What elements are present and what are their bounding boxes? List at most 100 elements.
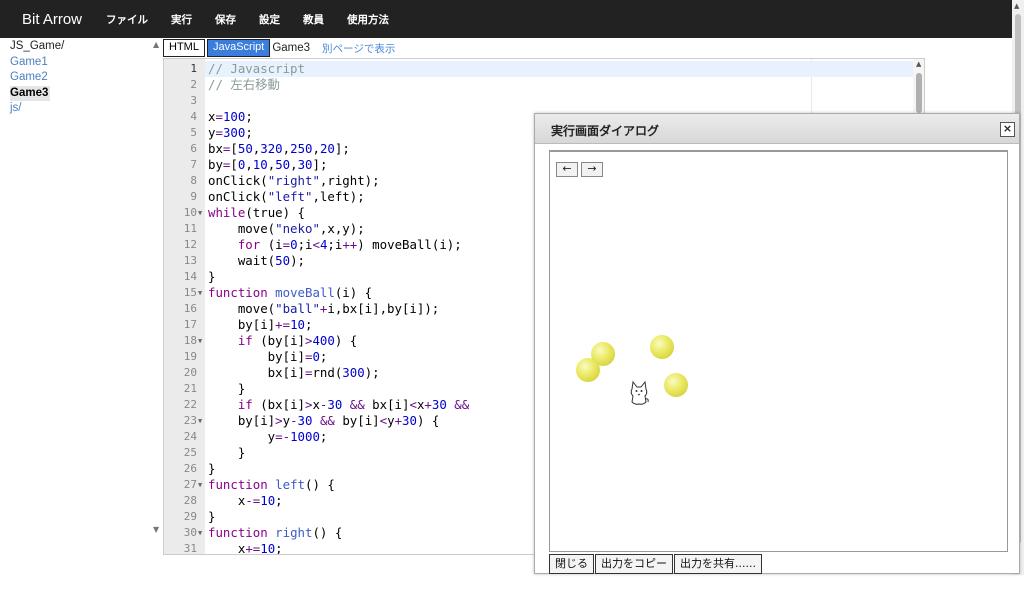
line-number: 13 (183, 254, 197, 267)
fold-arrow-icon[interactable]: ▼ (198, 477, 202, 493)
fold-arrow-icon[interactable]: ▼ (198, 205, 202, 221)
fold-arrow-icon[interactable]: ▼ (198, 525, 202, 541)
line-number: 6 (190, 142, 197, 155)
code-line[interactable]: 2 // 左右移動 (164, 77, 924, 93)
code-text[interactable]: move("neko",x,y); (208, 221, 365, 237)
tree-folder-js-game[interactable]: JS_Game/ (10, 39, 150, 55)
line-number: 28 (183, 494, 197, 507)
line-number: 4 (190, 110, 197, 123)
menu-run[interactable]: 実行 (171, 12, 192, 27)
run-dialog: 実行画面ダイアログ × ← → 閉じる 出力をコピー 出力を共有...... (534, 113, 1020, 574)
tab-html[interactable]: HTML (163, 39, 205, 57)
code-text[interactable]: for (i=0;i<4;i++) moveBall(i); (208, 237, 462, 253)
line-number: 18 (183, 334, 197, 347)
right-arrow-button[interactable]: → (581, 162, 603, 177)
code-text[interactable]: function right() { (208, 525, 342, 541)
tree-file-game1[interactable]: Game1 (10, 55, 150, 71)
code-text[interactable]: onClick("left",left); (208, 189, 365, 205)
code-text[interactable]: // 左右移動 (208, 77, 280, 93)
code-text[interactable]: } (208, 269, 215, 285)
copy-output-button[interactable]: 出力をコピー (595, 554, 673, 574)
line-number: 8 (190, 174, 197, 187)
code-text[interactable]: function left() { (208, 477, 335, 493)
scroll-up-icon[interactable]: ▲ (916, 60, 921, 68)
code-text[interactable]: by=[0,10,50,30]; (208, 157, 327, 173)
menu-usage[interactable]: 使用方法 (347, 12, 389, 27)
code-text[interactable]: bx[i]=rnd(300); (208, 365, 380, 381)
top-navbar: Bit Arrow ファイル 実行 保存 設定 教員 使用方法 (0, 0, 1012, 38)
line-number: 2 (190, 78, 197, 91)
close-button[interactable]: 閉じる (549, 554, 594, 574)
open-in-new-page-link[interactable]: 別ページで表示 (322, 41, 395, 56)
tree-folder-js[interactable]: js/ (10, 101, 150, 117)
code-text[interactable]: onClick("right",right); (208, 173, 380, 189)
code-line[interactable]: 3 (164, 93, 924, 109)
line-number: 1 (190, 62, 197, 75)
scroll-up-icon[interactable]: ▲ (1014, 2, 1019, 10)
menu-settings[interactable]: 設定 (259, 12, 280, 27)
code-text[interactable]: // Javascript (208, 61, 305, 77)
code-text[interactable]: by[i]>y-30 && by[i]<y+30) { (208, 413, 440, 429)
share-output-button[interactable]: 出力を共有...... (674, 554, 762, 574)
line-number: 23 (183, 414, 197, 427)
dialog-title: 実行画面ダイアログ (551, 124, 660, 138)
tab-javascript[interactable]: JavaScript (206, 39, 271, 57)
current-file-name: Game3 (272, 42, 311, 54)
code-text[interactable]: if (by[i]>400) { (208, 333, 357, 349)
code-text[interactable]: by[i]+=10; (208, 317, 313, 333)
code-text[interactable]: move("ball"+i,bx[i],by[i]); (208, 301, 439, 317)
menu-teacher[interactable]: 教員 (303, 12, 324, 27)
line-number: 15 (183, 286, 197, 299)
editor-scrollbar-thumb[interactable] (916, 73, 922, 113)
line-number: 16 (183, 302, 197, 315)
code-text[interactable]: by[i]=0; (208, 349, 328, 365)
left-arrow-button[interactable]: ← (556, 162, 578, 177)
code-text[interactable]: y=300; (208, 125, 253, 141)
scroll-up-icon[interactable]: ▲ (153, 40, 159, 49)
line-number: 3 (190, 94, 197, 107)
game-canvas[interactable]: ← → (549, 150, 1008, 552)
brand-logo[interactable]: Bit Arrow (22, 11, 82, 28)
code-text[interactable]: x+=10; (208, 541, 283, 554)
line-number: 20 (183, 366, 197, 379)
line-number: 27 (183, 478, 197, 491)
line-number: 22 (183, 398, 197, 411)
code-text[interactable]: x-=10; (208, 493, 283, 509)
line-number: 11 (183, 222, 197, 235)
menu-save[interactable]: 保存 (215, 12, 236, 27)
code-text[interactable]: y=-1000; (208, 429, 328, 445)
code-text[interactable]: } (208, 445, 245, 461)
code-text[interactable]: } (208, 381, 245, 397)
scroll-down-icon[interactable]: ▼ (153, 525, 159, 534)
line-number: 7 (190, 158, 197, 171)
line-number: 29 (183, 510, 197, 523)
fold-arrow-icon[interactable]: ▼ (198, 285, 202, 301)
code-text[interactable]: x=100; (208, 109, 253, 125)
line-number: 9 (190, 190, 197, 203)
fold-arrow-icon[interactable]: ▼ (198, 333, 202, 349)
code-text[interactable]: wait(50); (208, 253, 305, 269)
code-text[interactable]: } (208, 509, 215, 525)
menu-file[interactable]: ファイル (106, 12, 148, 27)
ball-sprite (650, 335, 674, 359)
line-number: 24 (183, 430, 197, 443)
tree-file-game3[interactable]: Game3 (10, 85, 51, 101)
code-line[interactable]: 1 // Javascript (164, 61, 924, 77)
tree-file-game2[interactable]: Game2 (10, 70, 150, 86)
line-number: 12 (183, 238, 197, 251)
code-text[interactable]: bx=[50,320,250,20]; (208, 141, 350, 157)
dialog-title-bar[interactable]: 実行画面ダイアログ × (535, 114, 1019, 144)
code-text[interactable]: } (208, 461, 215, 477)
fold-arrow-icon[interactable]: ▼ (198, 413, 202, 429)
file-tree-scrollbar[interactable]: ▲ ▼ (152, 39, 162, 539)
line-number: 21 (183, 382, 197, 395)
ball-sprite (576, 358, 600, 382)
code-text[interactable]: while(true) { (208, 205, 305, 221)
line-number: 25 (183, 446, 197, 459)
cat-sprite-icon (630, 380, 649, 405)
code-text[interactable]: if (bx[i]>x-30 && bx[i]<x+30 && (208, 397, 469, 413)
code-text[interactable]: function moveBall(i) { (208, 285, 372, 301)
editor-tabs: HTML JavaScript Game3 別ページで表示 (163, 39, 395, 57)
dialog-buttons: 閉じる 出力をコピー 出力を共有...... (549, 554, 763, 574)
close-icon[interactable]: × (1000, 122, 1015, 137)
